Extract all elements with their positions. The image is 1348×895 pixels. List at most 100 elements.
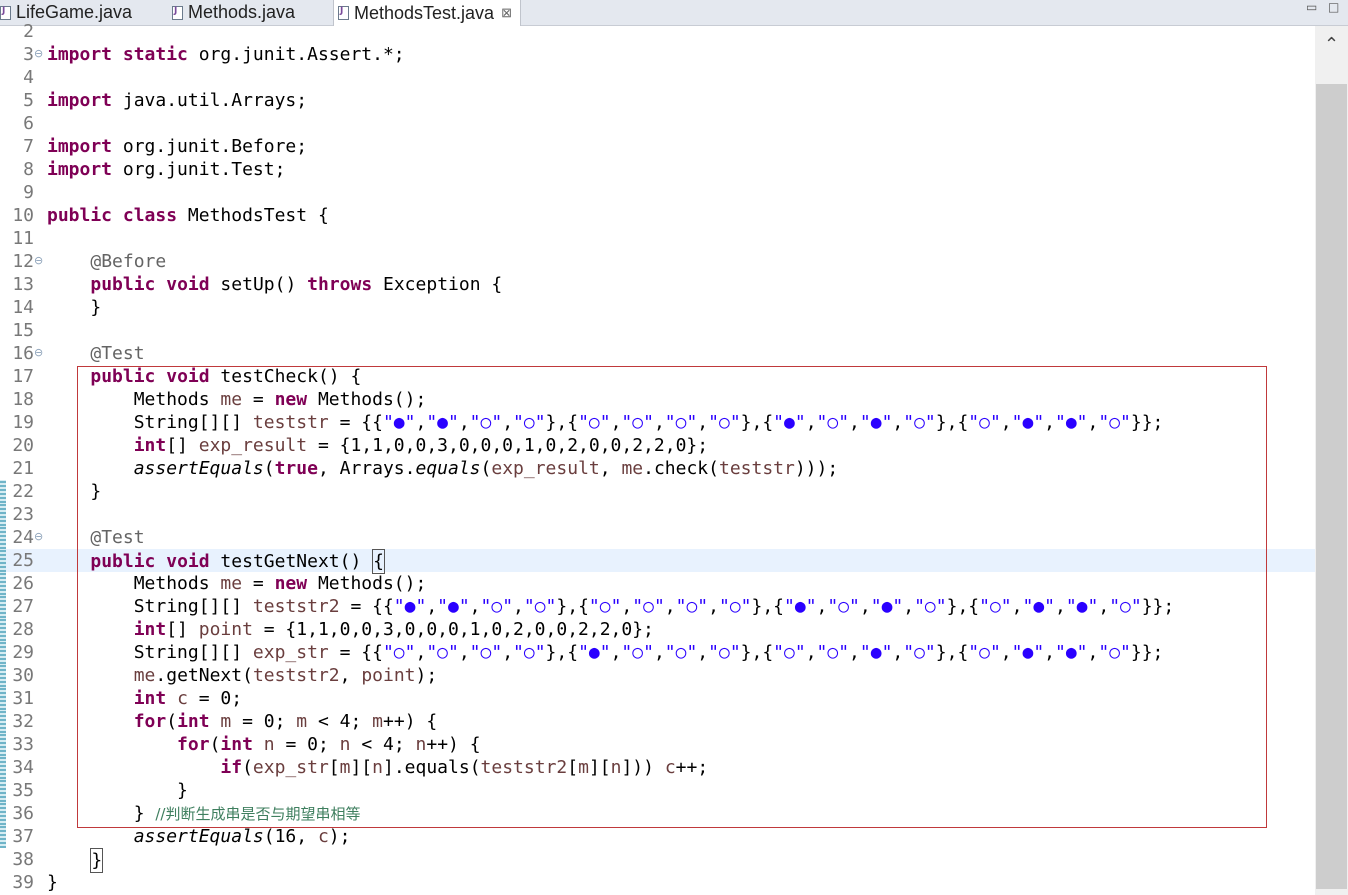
line-number: 5: [23, 90, 34, 111]
line-number: 34: [12, 757, 34, 778]
code-line[interactable]: 25 public void testGetNext() {: [0, 549, 1315, 574]
code-line[interactable]: 17 public void testCheck() {: [0, 365, 1315, 388]
code-line[interactable]: 6: [0, 112, 1315, 135]
line-number: 28: [12, 619, 34, 640]
line-number: 22: [12, 481, 34, 502]
line-number: 39: [12, 872, 34, 893]
code-line[interactable]: 10 public class MethodsTest {: [0, 204, 1315, 227]
code-line[interactable]: 18 Methods me = new Methods();: [0, 388, 1315, 411]
code-line[interactable]: 37 assertEquals(16, c);: [0, 825, 1315, 848]
fold-toggle-icon[interactable]: ⊖: [34, 531, 43, 543]
line-number: 27: [12, 596, 34, 617]
code-line[interactable]: 29 String[][] exp_str = {{"○","○","○","○…: [0, 641, 1315, 664]
code-text: for(int n = 0; n < 4; n++) {: [177, 734, 481, 755]
close-tab-icon[interactable]: ⊠: [501, 5, 512, 21]
code-line[interactable]: 8 import org.junit.Test;: [0, 158, 1315, 181]
scroll-up-arrow-icon[interactable]: ⌃: [1315, 30, 1348, 60]
code-line[interactable]: 20 int[] exp_result = {1,1,0,0,3,0,0,0,1…: [0, 434, 1315, 457]
code-text: }: [47, 297, 102, 318]
code-line[interactable]: 21 assertEquals(true, Arrays.equals(exp_…: [0, 457, 1315, 480]
code-line[interactable]: 39}: [0, 871, 1315, 894]
code-editor[interactable]: 2 3 ⊖ import static org.junit.Assert.*; 4 5 im…: [0, 21, 1315, 895]
code-line[interactable]: 35 }: [0, 779, 1315, 802]
code-line[interactable]: 12 ⊖ @Before: [0, 250, 1315, 273]
fold-toggle-icon[interactable]: ⊖: [34, 48, 43, 60]
code-text: }: [90, 848, 104, 873]
code-line[interactable]: 23: [0, 503, 1315, 526]
code-text: assertEquals(true, Arrays.equals(exp_res…: [133, 458, 839, 479]
line-number: 18: [12, 389, 34, 410]
code-text: } //判断生成串是否与期望串相等: [47, 803, 361, 824]
line-number: 19: [12, 412, 34, 433]
line-number: 23: [12, 504, 34, 525]
code-line[interactable]: 26 Methods me = new Methods();: [0, 572, 1315, 595]
code-line[interactable]: 11: [0, 227, 1315, 250]
line-number: 24: [12, 527, 34, 548]
code-text: public class MethodsTest {: [47, 205, 329, 226]
fold-toggle-icon[interactable]: ⊖: [34, 347, 43, 359]
line-number: 25: [12, 550, 34, 571]
code-line[interactable]: 27 String[][] teststr2 = {{"●","●","○","…: [0, 595, 1315, 618]
code-line[interactable]: 28 int[] point = {1,1,0,0,3,0,0,0,1,0,2,…: [0, 618, 1315, 641]
line-number: 32: [12, 711, 34, 732]
line-number: 30: [12, 665, 34, 686]
line-number: 2: [23, 21, 34, 42]
line-number: 10: [12, 205, 34, 226]
java-file-icon: [172, 5, 183, 20]
code-text: int[] point = {1,1,0,0,3,0,0,0,1,0,2,0,0…: [133, 619, 654, 640]
line-number: 37: [12, 826, 34, 847]
code-text: assertEquals(16, c);: [133, 826, 351, 847]
line-number: 14: [12, 297, 34, 318]
java-file-icon: [0, 5, 11, 20]
line-number: 38: [12, 849, 34, 870]
fold-toggle-icon[interactable]: ⊖: [34, 255, 43, 267]
line-number: 12: [12, 251, 34, 272]
code-text: int[] exp_result = {1,1,0,0,3,0,0,0,1,0,…: [133, 435, 709, 456]
code-line[interactable]: 7 import org.junit.Before;: [0, 135, 1315, 158]
code-text: Methods me = new Methods();: [47, 389, 427, 410]
code-line[interactable]: 22 }: [0, 480, 1315, 503]
code-text: }: [47, 872, 58, 893]
code-text: import org.junit.Before;: [47, 136, 308, 157]
code-text: public void testCheck() {: [90, 366, 362, 387]
scrollbar-thumb[interactable]: [1316, 84, 1347, 889]
code-line[interactable]: 30 me.getNext(teststr2, point);: [0, 664, 1315, 687]
line-number: 4: [23, 67, 34, 88]
line-number: 9: [23, 182, 34, 203]
code-line[interactable]: 9: [0, 181, 1315, 204]
code-text: import org.junit.Test;: [47, 159, 286, 180]
code-line[interactable]: 31 int c = 0;: [0, 687, 1315, 710]
code-line[interactable]: 33 for(int n = 0; n < 4; n++) {: [0, 733, 1315, 756]
code-line[interactable]: 16 ⊖ @Test: [0, 342, 1315, 365]
code-text: public void testGetNext() {: [90, 549, 385, 574]
code-line[interactable]: 2: [0, 20, 1315, 43]
code-line[interactable]: 4: [0, 66, 1315, 89]
code-line[interactable]: 15: [0, 319, 1315, 342]
line-number: 16: [12, 343, 34, 364]
code-line[interactable]: 34 if(exp_str[m][n].equals(teststr2[m][n…: [0, 756, 1315, 779]
maximize-icon[interactable]: □: [1328, 0, 1339, 14]
code-line[interactable]: 5 import java.util.Arrays;: [0, 89, 1315, 112]
line-number: 11: [12, 228, 34, 249]
line-number: 6: [23, 113, 34, 134]
code-line[interactable]: 3 ⊖ import static org.junit.Assert.*;: [0, 43, 1315, 66]
code-line[interactable]: 13 public void setUp() throws Exception …: [0, 273, 1315, 296]
line-number: 8: [23, 159, 34, 180]
code-line[interactable]: 24 ⊖ @Test: [0, 526, 1315, 549]
code-text: @Test: [90, 527, 145, 548]
code-text: if(exp_str[m][n].equals(teststr2[m][n]))…: [220, 757, 709, 778]
code-text: }: [47, 481, 102, 502]
line-number: 31: [12, 688, 34, 709]
code-line[interactable]: 36 } //判断生成串是否与期望串相等: [0, 802, 1315, 825]
code-text: String[][] exp_str = {{"○","○","○","○"},…: [47, 642, 1164, 663]
code-line[interactable]: 19 String[][] teststr = {{"●","●","○","○…: [0, 411, 1315, 434]
code-line[interactable]: 38 }: [0, 848, 1315, 873]
code-text: String[][] teststr = {{"●","●","○","○"},…: [47, 412, 1164, 433]
code-line[interactable]: 14 }: [0, 296, 1315, 319]
minimize-icon[interactable]: ▭: [1306, 0, 1317, 14]
code-line[interactable]: 32 for(int m = 0; m < 4; m++) {: [0, 710, 1315, 733]
line-number: 17: [12, 366, 34, 387]
code-text: Methods me = new Methods();: [47, 573, 427, 594]
vertical-scrollbar[interactable]: ⌃: [1315, 26, 1348, 895]
line-number: 20: [12, 435, 34, 456]
